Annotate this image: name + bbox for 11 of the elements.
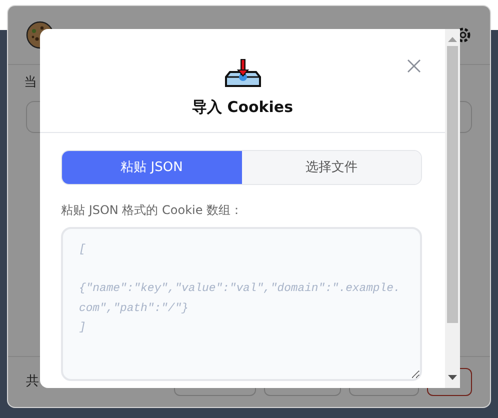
- tab[interactable]: 粘贴 JSON: [62, 151, 242, 184]
- status-text: 当: [24, 75, 37, 90]
- json-input-field[interactable]: [ {"name":"key","value":"val","domain":".example.com","path":"/"} ]: [61, 227, 422, 381]
- scrollbar[interactable]: [445, 29, 460, 388]
- scroll-down-icon[interactable]: [448, 375, 457, 381]
- field-label: 粘贴 JSON 格式的 Cookie 数组：: [61, 202, 244, 219]
- scroll-up-icon[interactable]: [448, 36, 457, 42]
- count-text: 共: [26, 373, 39, 392]
- import-tray-icon: [224, 58, 262, 88]
- modal-title: 导入 Cookies: [190, 97, 294, 118]
- tab[interactable]: 选择文件: [242, 151, 421, 184]
